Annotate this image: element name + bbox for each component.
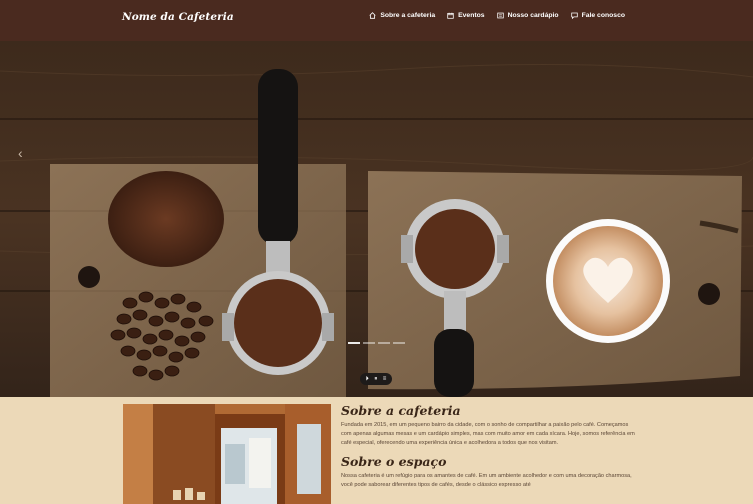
nav-item-events[interactable]: Eventos bbox=[447, 12, 485, 19]
carousel-prev-arrow-icon[interactable]: ‹ bbox=[18, 145, 23, 161]
space-body: Nossa cafeteria é um refúgio para os ama… bbox=[341, 473, 632, 488]
play-icon[interactable]: ⏵ bbox=[366, 376, 369, 383]
nav-item-about[interactable]: Sobre a cafeteria bbox=[369, 12, 435, 19]
about-section: Sobre a cafeteria Fundada em 2015, em um… bbox=[0, 397, 753, 504]
hero-carousel: ‹ ⏵ ⏸ ≡ bbox=[0, 41, 753, 397]
brand-logo[interactable]: Nome da Cafeteria bbox=[122, 11, 234, 23]
nav-label-events: Eventos bbox=[458, 12, 485, 19]
chat-icon bbox=[570, 12, 578, 19]
about-body: Fundada em 2015, em um pequeno bairro da… bbox=[341, 422, 635, 446]
about-text-column: Sobre a cafeteria Fundada em 2015, em um… bbox=[341, 403, 636, 490]
top-navigation-bar: Nome da Cafeteria Sobre a cafeteria Even… bbox=[0, 0, 753, 41]
menu-card-icon bbox=[496, 12, 504, 19]
space-title: Sobre o espaço bbox=[341, 454, 447, 469]
carousel-indicator-3[interactable] bbox=[378, 342, 390, 344]
carousel-indicators bbox=[348, 342, 405, 344]
main-nav: Sobre a cafeteria Eventos Nosso cardápio… bbox=[369, 12, 625, 19]
carousel-indicator-4[interactable] bbox=[393, 342, 405, 344]
home-icon bbox=[369, 12, 376, 19]
nav-label-menu: Nosso cardápio bbox=[507, 12, 559, 19]
nav-item-contact[interactable]: Fale conosco bbox=[570, 12, 625, 19]
nav-label-contact: Fale conosco bbox=[581, 12, 625, 19]
nav-label-about: Sobre a cafeteria bbox=[380, 12, 436, 19]
list-icon[interactable]: ≡ bbox=[383, 376, 387, 382]
carousel-media-controls: ⏵ ⏸ ≡ bbox=[360, 373, 392, 385]
calendar-icon bbox=[447, 12, 454, 19]
carousel-indicator-1[interactable] bbox=[348, 342, 360, 344]
pause-icon[interactable]: ⏸ bbox=[374, 376, 377, 383]
carousel-indicator-2[interactable] bbox=[363, 342, 375, 344]
cafe-interior-photo bbox=[123, 404, 331, 504]
about-title: Sobre a cafeteria bbox=[341, 403, 461, 418]
nav-item-menu[interactable]: Nosso cardápio bbox=[496, 12, 559, 19]
